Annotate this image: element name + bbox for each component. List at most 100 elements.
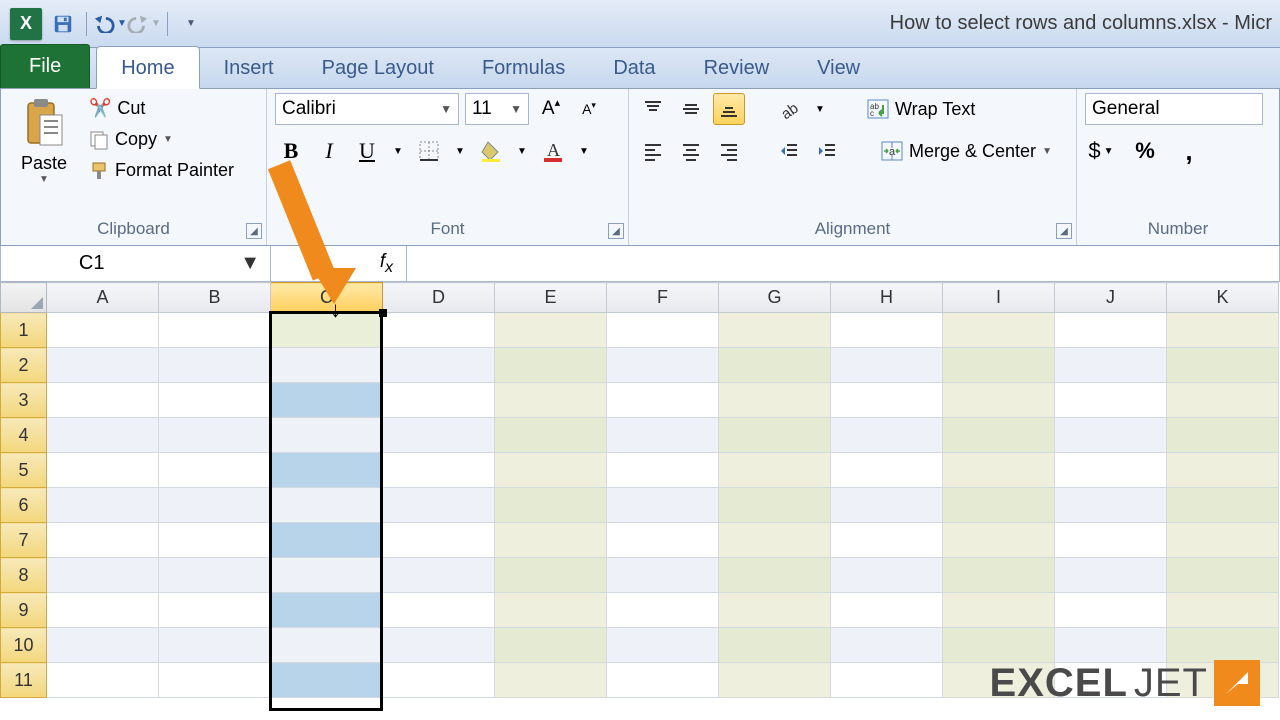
cell[interactable]	[607, 523, 719, 558]
cell[interactable]	[1167, 313, 1279, 348]
cell[interactable]	[1055, 558, 1167, 593]
decrease-indent-button[interactable]	[773, 135, 805, 167]
cell[interactable]	[719, 383, 831, 418]
cell[interactable]	[831, 488, 943, 523]
selection-handle[interactable]	[379, 309, 387, 317]
cell[interactable]	[271, 523, 383, 558]
select-all-corner[interactable]	[1, 283, 47, 313]
cell[interactable]	[1167, 593, 1279, 628]
cell[interactable]	[383, 348, 495, 383]
cell[interactable]	[943, 453, 1055, 488]
cell[interactable]	[271, 558, 383, 593]
align-left-button[interactable]	[637, 135, 669, 167]
cell[interactable]	[47, 593, 159, 628]
cell[interactable]	[383, 453, 495, 488]
cell[interactable]	[495, 558, 607, 593]
column-header-K[interactable]: K	[1167, 283, 1279, 313]
cell[interactable]	[607, 383, 719, 418]
cell[interactable]	[831, 348, 943, 383]
cell[interactable]	[1167, 418, 1279, 453]
redo-button[interactable]: ▼	[129, 9, 159, 39]
underline-button[interactable]: U	[351, 135, 383, 167]
cell[interactable]	[159, 453, 271, 488]
cell[interactable]	[159, 383, 271, 418]
cell[interactable]	[1055, 313, 1167, 348]
merge-center-button[interactable]: a Merge & Center ▼	[875, 135, 1058, 167]
orientation-dropdown[interactable]: ▼	[811, 93, 829, 125]
cell[interactable]	[943, 383, 1055, 418]
cell[interactable]	[943, 558, 1055, 593]
cell[interactable]	[1167, 523, 1279, 558]
cell[interactable]	[47, 663, 159, 698]
cell[interactable]	[719, 313, 831, 348]
cell[interactable]	[831, 453, 943, 488]
column-header-J[interactable]: J	[1055, 283, 1167, 313]
cell[interactable]	[47, 418, 159, 453]
cell[interactable]	[1055, 593, 1167, 628]
column-header-F[interactable]: F	[607, 283, 719, 313]
row-header-11[interactable]: 11	[1, 663, 47, 698]
cell[interactable]	[47, 628, 159, 663]
increase-font-button[interactable]: A▴	[535, 93, 567, 125]
column-header-H[interactable]: H	[831, 283, 943, 313]
percent-format-button[interactable]: %	[1129, 135, 1161, 167]
cell[interactable]	[831, 418, 943, 453]
cell[interactable]	[47, 453, 159, 488]
align-right-button[interactable]	[713, 135, 745, 167]
cell[interactable]	[495, 348, 607, 383]
number-format-combo[interactable]: General▼	[1085, 93, 1263, 125]
italic-button[interactable]: I	[313, 135, 345, 167]
cell[interactable]	[159, 558, 271, 593]
cell[interactable]	[495, 488, 607, 523]
row-header-8[interactable]: 8	[1, 558, 47, 593]
cell[interactable]	[719, 628, 831, 663]
column-header-E[interactable]: E	[495, 283, 607, 313]
cell[interactable]	[383, 593, 495, 628]
cell[interactable]	[831, 383, 943, 418]
align-center-button[interactable]	[675, 135, 707, 167]
cell[interactable]	[159, 348, 271, 383]
align-bottom-button[interactable]	[713, 93, 745, 125]
increase-indent-button[interactable]	[811, 135, 843, 167]
cell[interactable]	[271, 628, 383, 663]
cell[interactable]	[1055, 628, 1167, 663]
cell[interactable]	[1167, 453, 1279, 488]
tab-file[interactable]: File	[0, 44, 90, 88]
cell[interactable]	[1055, 523, 1167, 558]
cell[interactable]	[495, 593, 607, 628]
row-header-2[interactable]: 2	[1, 348, 47, 383]
comma-format-button[interactable]: ,	[1173, 135, 1205, 167]
borders-dropdown[interactable]: ▼	[451, 135, 469, 167]
cell[interactable]	[943, 488, 1055, 523]
column-header-A[interactable]: A	[47, 283, 159, 313]
cell[interactable]	[383, 313, 495, 348]
cell[interactable]	[159, 663, 271, 698]
clipboard-launcher[interactable]: ◢	[246, 223, 262, 239]
bold-button[interactable]: B	[275, 135, 307, 167]
cell[interactable]	[383, 418, 495, 453]
cell[interactable]	[47, 488, 159, 523]
copy-button[interactable]: Copy ▼	[83, 126, 240, 153]
cell[interactable]	[719, 663, 831, 698]
tab-data[interactable]: Data	[589, 47, 679, 88]
cell[interactable]	[943, 593, 1055, 628]
row-header-4[interactable]: 4	[1, 418, 47, 453]
alignment-launcher[interactable]: ◢	[1056, 223, 1072, 239]
align-top-button[interactable]	[637, 93, 669, 125]
column-header-C[interactable]: C	[271, 283, 383, 313]
cell[interactable]	[495, 418, 607, 453]
cell[interactable]	[383, 628, 495, 663]
paste-button[interactable]: Paste ▼	[9, 93, 79, 189]
cell[interactable]	[495, 313, 607, 348]
borders-button[interactable]	[413, 135, 445, 167]
cell[interactable]	[607, 348, 719, 383]
font-color-dropdown[interactable]: ▼	[575, 135, 593, 167]
cell[interactable]	[831, 313, 943, 348]
cell[interactable]	[1167, 348, 1279, 383]
row-header-7[interactable]: 7	[1, 523, 47, 558]
cell[interactable]	[1055, 348, 1167, 383]
cell[interactable]	[495, 383, 607, 418]
cell[interactable]	[159, 593, 271, 628]
cell[interactable]	[159, 313, 271, 348]
undo-button[interactable]: ▼	[95, 9, 125, 39]
